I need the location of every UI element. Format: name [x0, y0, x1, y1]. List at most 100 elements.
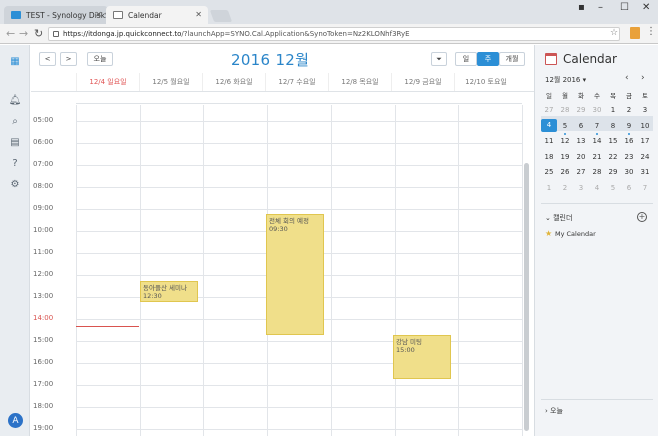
mini-calendar-month[interactable]: 12월 2016 ▾ — [545, 75, 586, 85]
day-header[interactable]: 12/9 금요일 — [391, 73, 454, 91]
day-column-divider — [394, 105, 396, 436]
gear-icon[interactable]: ⚙ — [9, 178, 21, 190]
mini-day[interactable]: 4 — [541, 119, 557, 133]
mini-week-row: 18 19 20 21 22 23 24 — [541, 149, 653, 165]
day-header[interactable]: 12/7 수요일 — [265, 73, 328, 91]
grid-icon[interactable]: ▦ — [9, 55, 21, 67]
event-seminar[interactable]: 동아플산 세미나 12:30 — [140, 281, 198, 302]
mini-day[interactable]: 30 — [589, 106, 605, 114]
mini-day[interactable]: 31 — [637, 168, 653, 176]
event-title: 전체 회의 예정 — [269, 217, 310, 225]
notification-bell-icon[interactable]: 🔔︎ — [9, 94, 22, 106]
today-section[interactable]: › 오늘 — [545, 406, 563, 416]
mini-day[interactable]: 5 — [605, 184, 621, 192]
mini-week-row: 25 26 27 28 29 30 31 — [541, 165, 653, 181]
day-header[interactable]: 12/5 월요일 — [139, 73, 202, 91]
mini-day[interactable]: 17 — [637, 137, 653, 145]
mini-day[interactable]: 23 — [621, 153, 637, 161]
new-tab-button[interactable] — [209, 10, 233, 22]
event-gangnam[interactable]: 강남 미팅 15:00 — [393, 335, 451, 379]
mini-day[interactable]: 14 — [589, 137, 605, 145]
profile-icon[interactable]: ▪ — [578, 2, 585, 13]
view-week-button[interactable]: 주 — [477, 52, 499, 66]
mini-day[interactable]: 1 — [605, 106, 621, 114]
today-button[interactable]: 오늘 — [87, 52, 113, 66]
mini-day[interactable]: 29 — [605, 168, 621, 176]
mini-day[interactable]: 28 — [589, 168, 605, 176]
help-icon[interactable]: ? — [9, 157, 21, 169]
bookmark-star-icon[interactable]: ☆ — [610, 28, 618, 38]
mini-day[interactable]: 6 — [573, 122, 589, 130]
extension-icon[interactable] — [630, 27, 640, 39]
mini-day[interactable]: 30 — [621, 168, 637, 176]
mini-day[interactable]: 7 — [589, 122, 605, 135]
mini-day[interactable]: 12 — [557, 137, 573, 145]
mini-day[interactable]: 15 — [605, 137, 621, 145]
all-day-row[interactable] — [76, 92, 522, 104]
mini-day[interactable]: 28 — [557, 106, 573, 114]
mini-day[interactable]: 22 — [605, 153, 621, 161]
mini-day[interactable]: 10 — [637, 122, 653, 130]
my-calendar-item[interactable]: My Calendar — [555, 230, 596, 238]
prev-button[interactable]: < — [39, 52, 56, 66]
mini-day[interactable]: 11 — [541, 137, 557, 145]
day-column-divider — [521, 105, 523, 436]
url-input[interactable]: https://itdonga.jp.quickconnect.to/?laun… — [48, 27, 620, 41]
mini-day[interactable]: 3 — [573, 184, 589, 192]
mini-day[interactable]: 27 — [541, 106, 557, 114]
day-header[interactable]: 12/8 목요일 — [328, 73, 391, 91]
day-header[interactable]: 12/10 토요일 — [454, 73, 517, 91]
scrollbar[interactable] — [524, 163, 529, 431]
mini-day[interactable]: 18 — [541, 153, 557, 161]
close-icon[interactable]: ✕ — [95, 10, 102, 19]
view-month-button[interactable]: 개월 — [499, 52, 525, 66]
calendars-section[interactable]: ⌄ 캘린더 — [545, 213, 572, 223]
mini-day[interactable]: 19 — [557, 153, 573, 161]
mini-day[interactable]: 4 — [589, 184, 605, 192]
hour-label: 11:00 — [33, 248, 54, 256]
mini-day[interactable]: 27 — [573, 168, 589, 176]
mini-day[interactable]: 26 — [557, 168, 573, 176]
mini-day[interactable]: 2 — [621, 106, 637, 114]
browser-tab-calendar[interactable]: Calendar ✕ — [106, 6, 208, 24]
mini-day[interactable]: 21 — [589, 153, 605, 161]
next-button[interactable]: > — [60, 52, 77, 66]
mini-day[interactable]: 13 — [573, 137, 589, 145]
mini-day[interactable]: 2 — [557, 184, 573, 192]
mini-next-icon[interactable]: › — [641, 73, 645, 83]
avatar[interactable]: A — [8, 413, 23, 428]
event-time: 12:30 — [143, 292, 162, 300]
mini-day[interactable]: 9 — [621, 122, 637, 135]
filter-button[interactable]: ⏷ — [431, 52, 447, 66]
back-icon[interactable]: ← — [6, 27, 15, 40]
mini-day[interactable]: 5 — [557, 122, 573, 135]
day-header[interactable]: 12/4 일요일 — [76, 73, 139, 91]
view-day-button[interactable]: 일 — [455, 52, 477, 66]
mini-day[interactable]: 25 — [541, 168, 557, 176]
mini-day[interactable]: 20 — [573, 153, 589, 161]
mini-prev-icon[interactable]: ‹ — [625, 73, 629, 83]
mini-day[interactable]: 3 — [637, 106, 653, 114]
window-close-icon[interactable]: ✕ — [642, 2, 650, 13]
maximize-icon[interactable]: ☐ — [620, 2, 629, 13]
mini-day[interactable]: 7 — [637, 184, 653, 192]
day-header[interactable]: 12/6 화요일 — [202, 73, 265, 91]
mini-day[interactable]: 1 — [541, 184, 557, 192]
mini-day[interactable]: 29 — [573, 106, 589, 114]
mini-day[interactable]: 8 — [605, 122, 621, 130]
hour-label: 17:00 — [33, 380, 54, 388]
mini-day[interactable]: 6 — [621, 184, 637, 192]
calendar-icon[interactable]: ▤ — [9, 136, 21, 148]
day-column-divider — [139, 105, 141, 436]
mini-day[interactable]: 24 — [637, 153, 653, 161]
search-icon[interactable]: ⌕ — [9, 115, 21, 127]
minimize-icon[interactable]: – — [598, 2, 603, 13]
reload-icon[interactable]: ↻ — [34, 27, 43, 40]
close-icon[interactable]: ✕ — [195, 10, 202, 19]
browser-tab-diskstation[interactable]: TEST - Synology DiskSt ✕ — [4, 6, 108, 24]
add-calendar-button[interactable]: + — [637, 212, 647, 222]
forward-icon[interactable]: → — [19, 27, 28, 40]
browser-menu-icon[interactable]: ⋮ — [646, 26, 656, 37]
mini-day[interactable]: 16 — [621, 137, 637, 145]
event-meeting[interactable]: 전체 회의 예정 09:30 — [266, 214, 324, 335]
